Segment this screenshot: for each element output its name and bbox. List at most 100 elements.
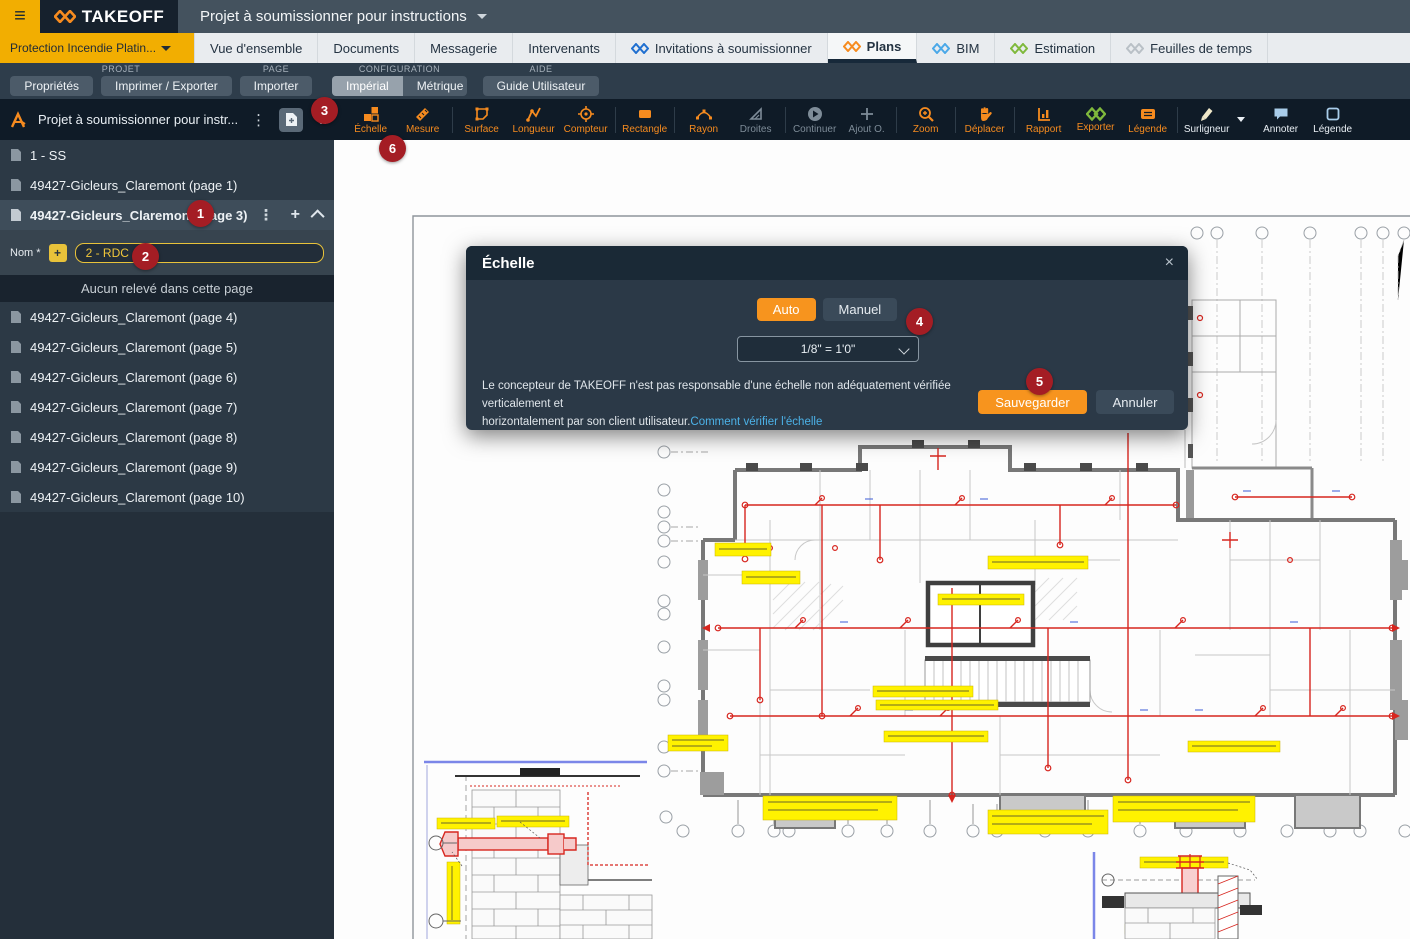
tool-deplacer[interactable]: Déplacer (959, 105, 1011, 135)
tool-compteur[interactable]: Compteur (560, 105, 612, 135)
tool-label: Ajout O. (849, 124, 885, 135)
chevron-down-icon (898, 343, 909, 354)
tool-echelle[interactable]: Échelle (345, 105, 397, 135)
set-square-icon (747, 105, 765, 123)
metrique-toggle[interactable]: Métrique (403, 76, 467, 96)
tool-droites[interactable]: Droites (730, 105, 782, 135)
highlighter-dropdown-icon[interactable] (1237, 117, 1245, 122)
step-badge-6: 6 (379, 135, 406, 162)
diamonds-icon (631, 43, 649, 54)
imprimer-exporter-button[interactable]: Imprimer / Exporter (101, 76, 232, 96)
tab-label: Invitations à soumissionner (655, 41, 812, 56)
divider (452, 107, 453, 133)
page-row[interactable]: 1 - SS (0, 140, 334, 170)
tool-rectangle[interactable]: Rectangle (619, 105, 671, 135)
length-icon (525, 105, 543, 123)
tool-exporter[interactable]: Exporter (1070, 107, 1122, 133)
page-row[interactable]: 49427-Gicleurs_Claremont (page 6) (0, 362, 334, 392)
tool-longueur[interactable]: Longueur (508, 105, 560, 135)
tab-label: Feuilles de temps (1150, 41, 1252, 56)
building-walls (703, 447, 1395, 795)
add-document-button[interactable] (279, 108, 303, 132)
tool-surligneur[interactable]: Surligneur (1181, 105, 1233, 135)
proprietes-button[interactable]: Propriétés (10, 76, 93, 96)
tab-bim[interactable]: BIM (917, 33, 995, 63)
ribbon-group-projet: PROJET Propriétés Imprimer / Exporter (16, 64, 226, 96)
page-name-editor: Nom * + (0, 230, 334, 275)
row-add-icon[interactable]: + (291, 206, 300, 224)
tool-rapport[interactable]: Rapport (1018, 105, 1070, 135)
tab-label: Plans (867, 39, 902, 54)
area-icon (473, 105, 491, 123)
takeoff-diamonds-icon (54, 10, 76, 23)
tool-legende-2[interactable]: Légende (1307, 105, 1359, 135)
kebab-menu-icon[interactable]: ⋮ (248, 111, 269, 129)
tab-feuilles-de-temps[interactable]: Feuilles de temps (1111, 33, 1268, 63)
note-add-icon[interactable]: + (49, 244, 67, 262)
comment-icon (1272, 105, 1290, 123)
tab-vue-densemble[interactable]: Vue d'ensemble (194, 33, 318, 63)
tool-ajout-o[interactable]: Ajout O. (841, 105, 893, 135)
play-circle-icon (806, 105, 824, 123)
row-kebab-icon[interactable]: ⋮ (256, 206, 277, 224)
page-row-label: 49427-Gicleurs_Claremont (page 5) (30, 340, 324, 355)
file-plus-icon (285, 112, 298, 127)
hand-icon (976, 105, 994, 123)
page-row[interactable]: 49427-Gicleurs_Claremont (page 4) (0, 302, 334, 332)
hamburger-menu-icon[interactable]: ≡ (0, 0, 40, 33)
diamonds-icon (1126, 43, 1144, 54)
row-collapse-icon[interactable] (311, 209, 325, 223)
tab-documents[interactable]: Documents (318, 33, 415, 63)
page-row[interactable]: 49427-Gicleurs_Claremont (page 1) (0, 170, 334, 200)
tool-annoter[interactable]: Annoter (1255, 105, 1307, 135)
tool-continuer[interactable]: Continuer (789, 105, 841, 135)
tab-invitations[interactable]: Invitations à soumissionner (616, 33, 828, 63)
step-badge-4: 4 (906, 308, 933, 335)
tab-estimation[interactable]: Estimation (995, 33, 1111, 63)
divider (1177, 107, 1178, 133)
tool-zoom[interactable]: Zoom (900, 105, 952, 135)
tool-rayon[interactable]: Rayon (678, 105, 730, 135)
scale-select[interactable]: 1/8" = 1'0" (737, 336, 919, 362)
page-name-input[interactable] (75, 243, 324, 263)
importer-button[interactable]: Importer (240, 76, 313, 96)
disclaimer-line1: Le concepteur de TAKEOFF n'est pas respo… (482, 380, 951, 410)
tool-legende[interactable]: Légende (1122, 105, 1174, 135)
tab-plans[interactable]: Plans (828, 33, 918, 63)
page-row[interactable]: 49427-Gicleurs_Claremont (page 9) (0, 452, 334, 482)
tab-messagerie[interactable]: Messagerie (415, 33, 513, 63)
auto-button[interactable]: Auto (757, 298, 816, 321)
tool-mesure[interactable]: Mesure (397, 105, 449, 135)
page-row[interactable]: 49427-Gicleurs_Claremont (page 8) (0, 422, 334, 452)
document-icon (10, 208, 22, 222)
imperial-toggle[interactable]: Impérial (332, 76, 403, 96)
page-row-selected[interactable]: 49427-Gicleurs_Claremont (page 3) ⋮ + (0, 200, 334, 230)
page-row[interactable]: 49427-Gicleurs_Claremont (page 7) (0, 392, 334, 422)
document-icon (10, 340, 22, 354)
rectangle-icon (636, 105, 654, 123)
manual-button[interactable]: Manuel (823, 298, 898, 321)
tab-intervenants[interactable]: Intervenants (513, 33, 616, 63)
company-tab[interactable]: Protection Incendie Platin... (0, 33, 194, 63)
ribbon-bar: PROJET Propriétés Imprimer / Exporter PA… (0, 63, 1410, 99)
page-row-label: 49427-Gicleurs_Claremont (page 4) (30, 310, 324, 325)
group-title: PAGE (240, 64, 312, 74)
project-selector-label: Projet à soumissionner pour instructions (200, 8, 467, 25)
pages-sidebar: 1 - SS 49427-Gicleurs_Claremont (page 1)… (0, 140, 334, 939)
page-row[interactable]: 49427-Gicleurs_Claremont (page 5) (0, 332, 334, 362)
verify-scale-link[interactable]: Comment vérifier l'échelle (690, 416, 822, 428)
close-icon[interactable]: × (1165, 254, 1174, 272)
page-row[interactable]: 49427-Gicleurs_Claremont (page 10) (0, 482, 334, 512)
project-selector[interactable]: Projet à soumissionner pour instructions (178, 0, 487, 33)
save-button[interactable]: Sauvegarder (978, 390, 1087, 414)
top-bar: ≡ TAKEOFF Projet à soumissionner pour in… (0, 0, 1410, 33)
document-icon (10, 370, 22, 384)
tool-label: Droites (740, 124, 772, 135)
tool-label: Déplacer (965, 124, 1005, 135)
divider (896, 107, 897, 133)
cancel-button[interactable]: Annuler (1096, 390, 1174, 414)
guide-utilisateur-button[interactable]: Guide Utilisateur (483, 76, 600, 96)
tool-label: Surface (464, 124, 498, 135)
tool-surface[interactable]: Surface (456, 105, 508, 135)
app-logo: TAKEOFF (40, 0, 178, 33)
